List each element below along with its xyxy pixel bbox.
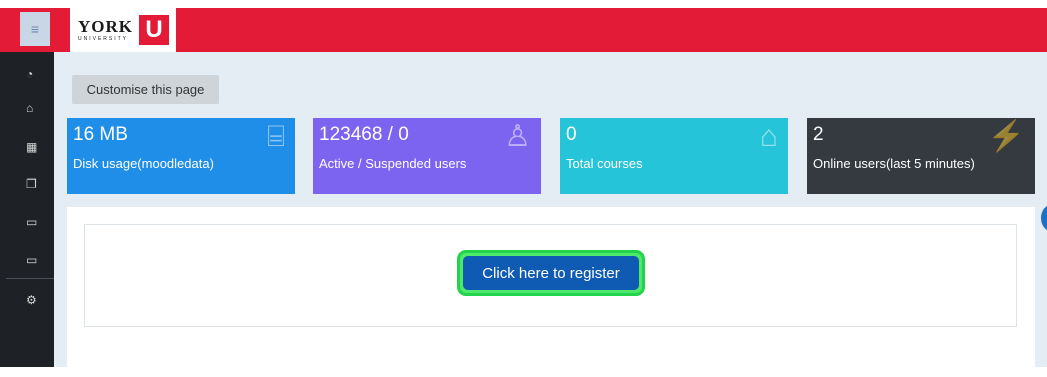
folder-icon: ▭ bbox=[26, 215, 38, 229]
york-university-logo[interactable]: YORK UNIVERSITY U bbox=[70, 8, 176, 52]
register-button[interactable]: Click here to register bbox=[463, 256, 639, 290]
stat-value: 16 MB bbox=[73, 124, 128, 145]
logo-subtitle: UNIVERSITY bbox=[78, 36, 129, 42]
sidebar-item-files[interactable]: ❐ bbox=[0, 171, 54, 197]
files-icon: ❐ bbox=[26, 177, 37, 191]
sidebar-item-folder-1[interactable]: ▭ bbox=[0, 209, 54, 235]
stat-card-disk-usage[interactable]: 16 MB Disk usage(moodledata) ⌸ bbox=[67, 118, 295, 194]
home-icon: ⌂ bbox=[26, 101, 34, 115]
sidebar-item-calendar[interactable]: ▦ bbox=[0, 134, 54, 160]
calendar-icon: ▦ bbox=[26, 140, 38, 154]
sidebar-item-site-admin[interactable]: ⚙ bbox=[0, 287, 54, 313]
hamburger-menu-button[interactable]: ≡ bbox=[20, 12, 50, 46]
stat-card-online-users[interactable]: 2 Online users(last 5 minutes) ⚡ bbox=[807, 118, 1035, 194]
stat-label: Active / Suspended users bbox=[319, 156, 467, 171]
left-sidebar: ◔ ⌂ ▦ ❐ ▭ ▭ ⚙ bbox=[0, 52, 54, 367]
stat-label: Online users(last 5 minutes) bbox=[813, 156, 975, 171]
hamburger-icon: ≡ bbox=[30, 21, 40, 37]
logo-text: YORK UNIVERSITY bbox=[78, 18, 133, 42]
stat-card-courses[interactable]: 0 Total courses ⌂ bbox=[560, 118, 788, 194]
folder-icon: ▭ bbox=[26, 253, 38, 267]
plug-icon: ⚡ bbox=[987, 120, 1025, 153]
stat-card-users[interactable]: 123468 / 0 Active / Suspended users ♙ bbox=[313, 118, 541, 194]
sidebar-item-dashboard[interactable]: ◔ bbox=[0, 61, 54, 87]
stat-value: 123468 / 0 bbox=[319, 124, 409, 145]
stat-label: Total courses bbox=[566, 156, 643, 171]
settings-gear-icon: ⚙ bbox=[26, 293, 37, 307]
sidebar-divider bbox=[6, 278, 54, 279]
sidebar-item-folder-2[interactable]: ▭ bbox=[0, 247, 54, 273]
inbox-tray-icon: ⌸ bbox=[267, 120, 285, 153]
dashboard-gauge-icon: ◔ bbox=[26, 67, 34, 81]
logo-word: YORK bbox=[78, 17, 133, 36]
stat-value: 0 bbox=[566, 124, 577, 145]
users-icon: ♙ bbox=[504, 120, 531, 153]
register-highlight: Click here to register bbox=[457, 250, 645, 296]
logo-mark: U bbox=[139, 15, 169, 45]
top-strip bbox=[0, 0, 1047, 8]
stat-label: Disk usage(moodledata) bbox=[73, 156, 214, 171]
graduation-cap-icon: ⌂ bbox=[759, 120, 778, 153]
customise-page-button[interactable]: Customise this page bbox=[72, 75, 219, 104]
sidebar-item-home[interactable]: ⌂ bbox=[0, 95, 54, 121]
